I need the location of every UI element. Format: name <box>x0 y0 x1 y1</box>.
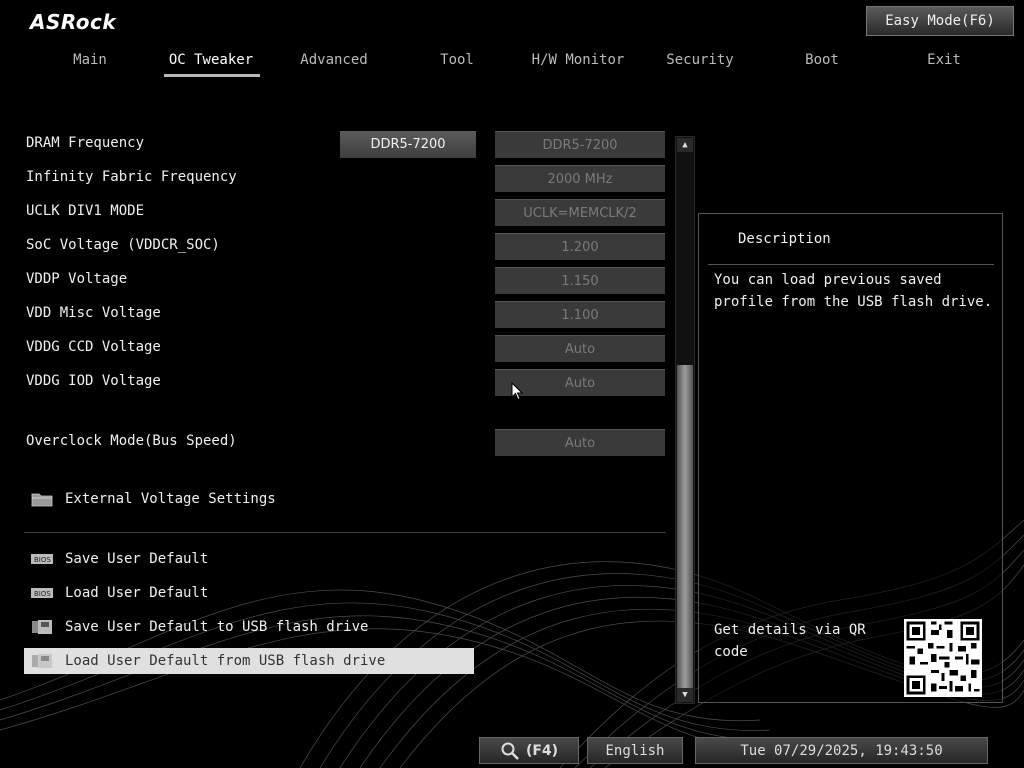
usb-drive-icon <box>30 618 54 636</box>
submenu-external-voltage[interactable]: External Voltage Settings <box>24 486 474 512</box>
tab-security[interactable]: Security <box>650 52 750 68</box>
dram-frequency-default: DDR5-7200 <box>495 131 665 158</box>
bios-chip-icon: BIOS <box>30 584 54 602</box>
description-title: Description <box>738 231 831 247</box>
setting-label-vddg-iod[interactable]: VDDG IOD Voltage <box>26 373 161 389</box>
vddp-voltage-value: 1.150 <box>495 267 665 294</box>
tab-boot[interactable]: Boot <box>772 52 872 68</box>
setting-label-infinity-fabric[interactable]: Infinity Fabric Frequency <box>26 169 237 185</box>
search-button[interactable]: (F4) <box>479 737 579 764</box>
asrock-logo: ASRock <box>30 10 117 34</box>
tab-advanced[interactable]: Advanced <box>284 52 384 68</box>
easy-mode-button[interactable]: Easy Mode(F6) <box>866 6 1014 36</box>
folder-icon <box>30 490 54 508</box>
tab-oc-tweaker[interactable]: OC Tweaker <box>161 52 261 68</box>
action-label: Save User Default <box>65 551 209 567</box>
tab-hw-monitor[interactable]: H/W Monitor <box>528 52 628 68</box>
mouse-cursor-icon <box>511 382 523 401</box>
bios-chip-icon: BIOS <box>30 550 54 568</box>
setting-label-vddp-voltage[interactable]: VDDP Voltage <box>26 271 127 287</box>
tab-tool[interactable]: Tool <box>407 52 507 68</box>
tab-main[interactable]: Main <box>40 52 140 68</box>
soc-voltage-value: 1.200 <box>495 233 665 260</box>
vddg-ccd-value: Auto <box>495 335 665 362</box>
qr-label: Get details via QR code <box>714 622 866 660</box>
action-label: Load User Default <box>65 585 209 601</box>
infinity-fabric-value: 2000 MHz <box>495 165 665 192</box>
action-label: Load User Default from USB flash drive <box>65 653 386 669</box>
usb-drive-icon <box>30 652 54 670</box>
section-divider <box>24 532 666 533</box>
setting-label-vddg-ccd[interactable]: VDDG CCD Voltage <box>26 339 161 355</box>
setting-label-overclock-mode[interactable]: Overclock Mode(Bus Speed) <box>26 433 237 449</box>
description-divider <box>708 264 994 265</box>
setting-label-dram-frequency[interactable]: DRAM Frequency <box>26 135 144 151</box>
save-user-default-usb-item[interactable]: Save User Default to USB flash drive <box>24 614 474 640</box>
load-user-default-usb-item[interactable]: Load User Default from USB flash drive <box>24 648 474 674</box>
uclk-div1-value: UCLK=MEMCLK/2 <box>495 199 665 226</box>
load-user-default-item[interactable]: BIOS Load User Default <box>24 580 474 606</box>
vdd-misc-value: 1.100 <box>495 301 665 328</box>
setting-label-uclk-div1[interactable]: UCLK DIV1 MODE <box>26 203 144 219</box>
language-button[interactable]: English <box>587 737 683 764</box>
scrollbar-thumb[interactable] <box>677 365 693 689</box>
search-shortcut-label: (F4) <box>525 742 559 759</box>
tab-exit[interactable]: Exit <box>894 52 994 68</box>
scroll-down-arrow-icon[interactable]: ▼ <box>677 688 693 702</box>
svg-text:BIOS: BIOS <box>34 590 51 598</box>
datetime-display[interactable]: Tue 07/29/2025, 19:43:50 <box>695 737 988 764</box>
svg-text:BIOS: BIOS <box>34 556 51 564</box>
main-tabs: Main OC Tweaker Advanced Tool H/W Monito… <box>28 52 996 82</box>
qr-code-icon <box>904 619 982 697</box>
save-user-default-item[interactable]: BIOS Save User Default <box>24 546 474 572</box>
overclock-mode-value: Auto <box>495 429 665 456</box>
action-label: Save User Default to USB flash drive <box>65 619 369 635</box>
search-icon <box>501 742 519 760</box>
description-text: You can load previous saved profile from… <box>714 272 993 310</box>
submenu-label: External Voltage Settings <box>65 491 276 507</box>
setting-label-vdd-misc[interactable]: VDD Misc Voltage <box>26 305 161 321</box>
scroll-up-arrow-icon[interactable]: ▲ <box>677 138 693 152</box>
active-tab-indicator <box>164 74 260 77</box>
setting-label-soc-voltage[interactable]: SoC Voltage (VDDCR_SOC) <box>26 237 220 253</box>
dram-frequency-select[interactable]: DDR5-7200 <box>340 131 476 158</box>
